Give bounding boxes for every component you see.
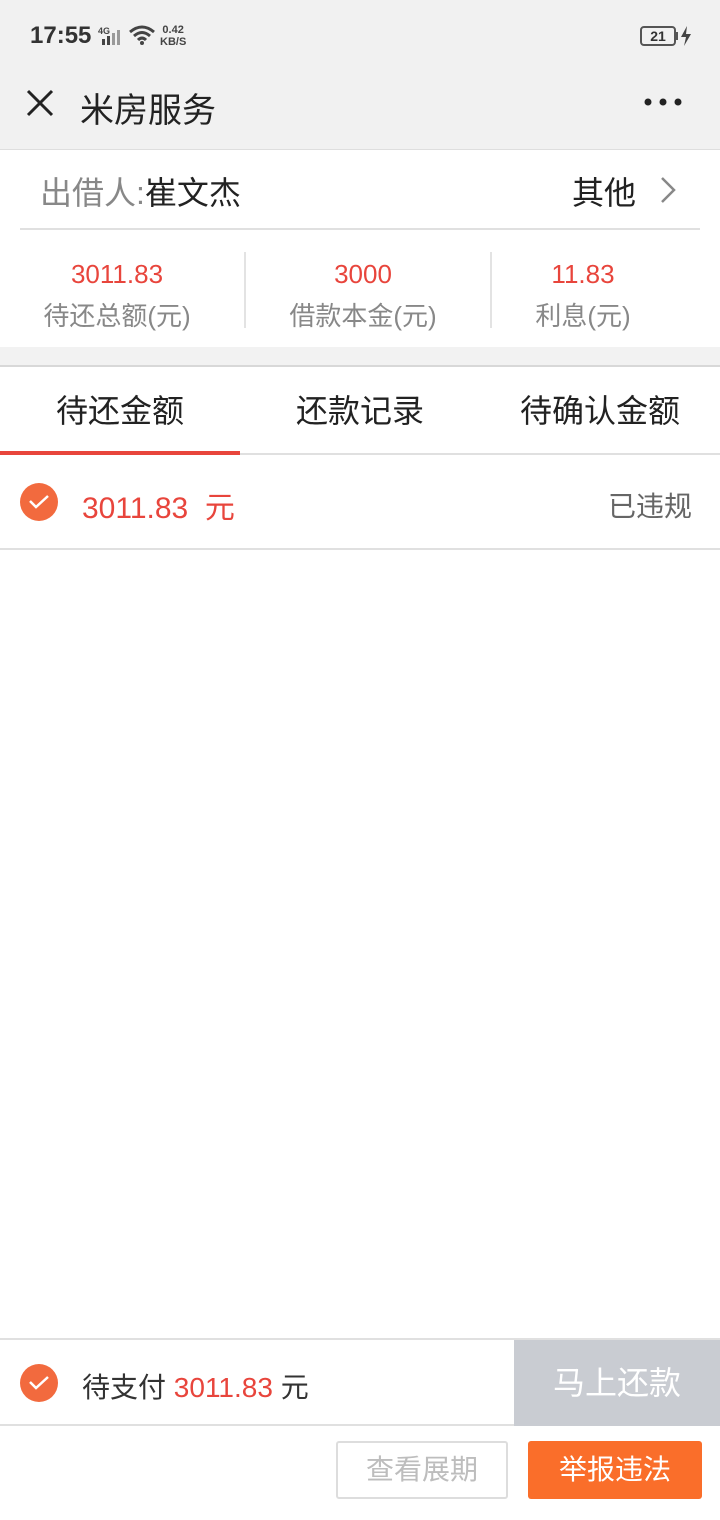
signal-icon: 4G (98, 26, 120, 45)
battery-icon: 21 (640, 26, 676, 46)
other-link[interactable]: 其他 (572, 168, 636, 214)
pay-summary: 待支付 3011.83 元 (82, 1366, 309, 1406)
item-amount: 3011.83 元 (82, 483, 235, 527)
summary-principal-label: 借款本金(元) (289, 301, 437, 331)
loan-summary: 3011.83 待还总额(元) 3000 借款本金(元) 11.83 利息(元) (0, 232, 720, 347)
summary-principal-value: 3000 (334, 259, 392, 289)
lender-row[interactable]: 出借人:崔文杰 其他 (20, 150, 700, 230)
pay-amount: 3011.83 (173, 1372, 273, 1403)
lender-label-text: 出借人: (40, 175, 145, 211)
summary-interest-value: 11.83 (551, 259, 615, 289)
status-bar: 17:55 4G 0.42 KB/S 21 (0, 0, 720, 75)
net-speed-value: 0.42 (162, 24, 184, 36)
tab-pending-confirmation[interactable]: 待确认金额 (480, 369, 720, 453)
pay-prefix: 待支付 (82, 1372, 167, 1403)
summary-principal: 3000 借款本金(元) (266, 250, 460, 334)
tab-bar: 待还金额 还款记录 待确认金额 (0, 369, 720, 455)
status-time: 17:55 (30, 22, 92, 49)
checkbox-checked-icon[interactable] (20, 483, 58, 521)
lender-name: 崔文杰 (144, 175, 241, 211)
item-amount-value: 3011.83 (82, 492, 189, 525)
page-title: 米房服务 (80, 92, 216, 130)
summary-interest: 11.83 利息(元) (486, 250, 680, 334)
pay-bar: 待支付 3011.83 元 马上还款 (0, 1338, 720, 1426)
pay-unit: 元 (280, 1372, 309, 1403)
lender-label: 出借人:崔文杰 (40, 168, 241, 214)
repay-now-button[interactable]: 马上还款 (514, 1340, 720, 1426)
tab-repayment-records[interactable]: 还款记录 (240, 369, 480, 453)
summary-total-label: 待还总额(元) (43, 301, 191, 331)
wifi-icon (129, 25, 155, 45)
status-badge: 已违规 (608, 491, 693, 522)
section-gap (0, 347, 720, 367)
close-icon[interactable] (22, 85, 58, 121)
view-extension-button[interactable]: 查看展期 (336, 1441, 508, 1499)
charging-icon (681, 26, 691, 46)
nav-bar: 米房服务 (0, 75, 720, 150)
network-type: 4G (98, 26, 110, 36)
tab-pending-amount[interactable]: 待还金额 (0, 369, 240, 453)
battery-tip (675, 32, 678, 40)
list-item[interactable]: 3011.83 元 已违规 (0, 455, 720, 550)
summary-total-value: 3011.83 (70, 259, 164, 289)
summary-total: 3011.83 待还总额(元) (20, 250, 214, 334)
summary-interest-label: 利息(元) (535, 301, 631, 331)
more-icon[interactable] (640, 87, 686, 117)
net-speed: 0.42 KB/S (160, 24, 186, 48)
divider (244, 252, 246, 328)
select-all-checkbox-icon[interactable] (20, 1364, 58, 1402)
item-amount-unit: 元 (204, 492, 235, 525)
report-violation-button[interactable]: 举报违法 (528, 1441, 702, 1499)
battery-level: 21 (650, 28, 666, 44)
chevron-right-icon (661, 177, 676, 203)
net-speed-unit: KB/S (160, 36, 187, 48)
bottom-actions: 查看展期 举报违法 (0, 1428, 720, 1520)
